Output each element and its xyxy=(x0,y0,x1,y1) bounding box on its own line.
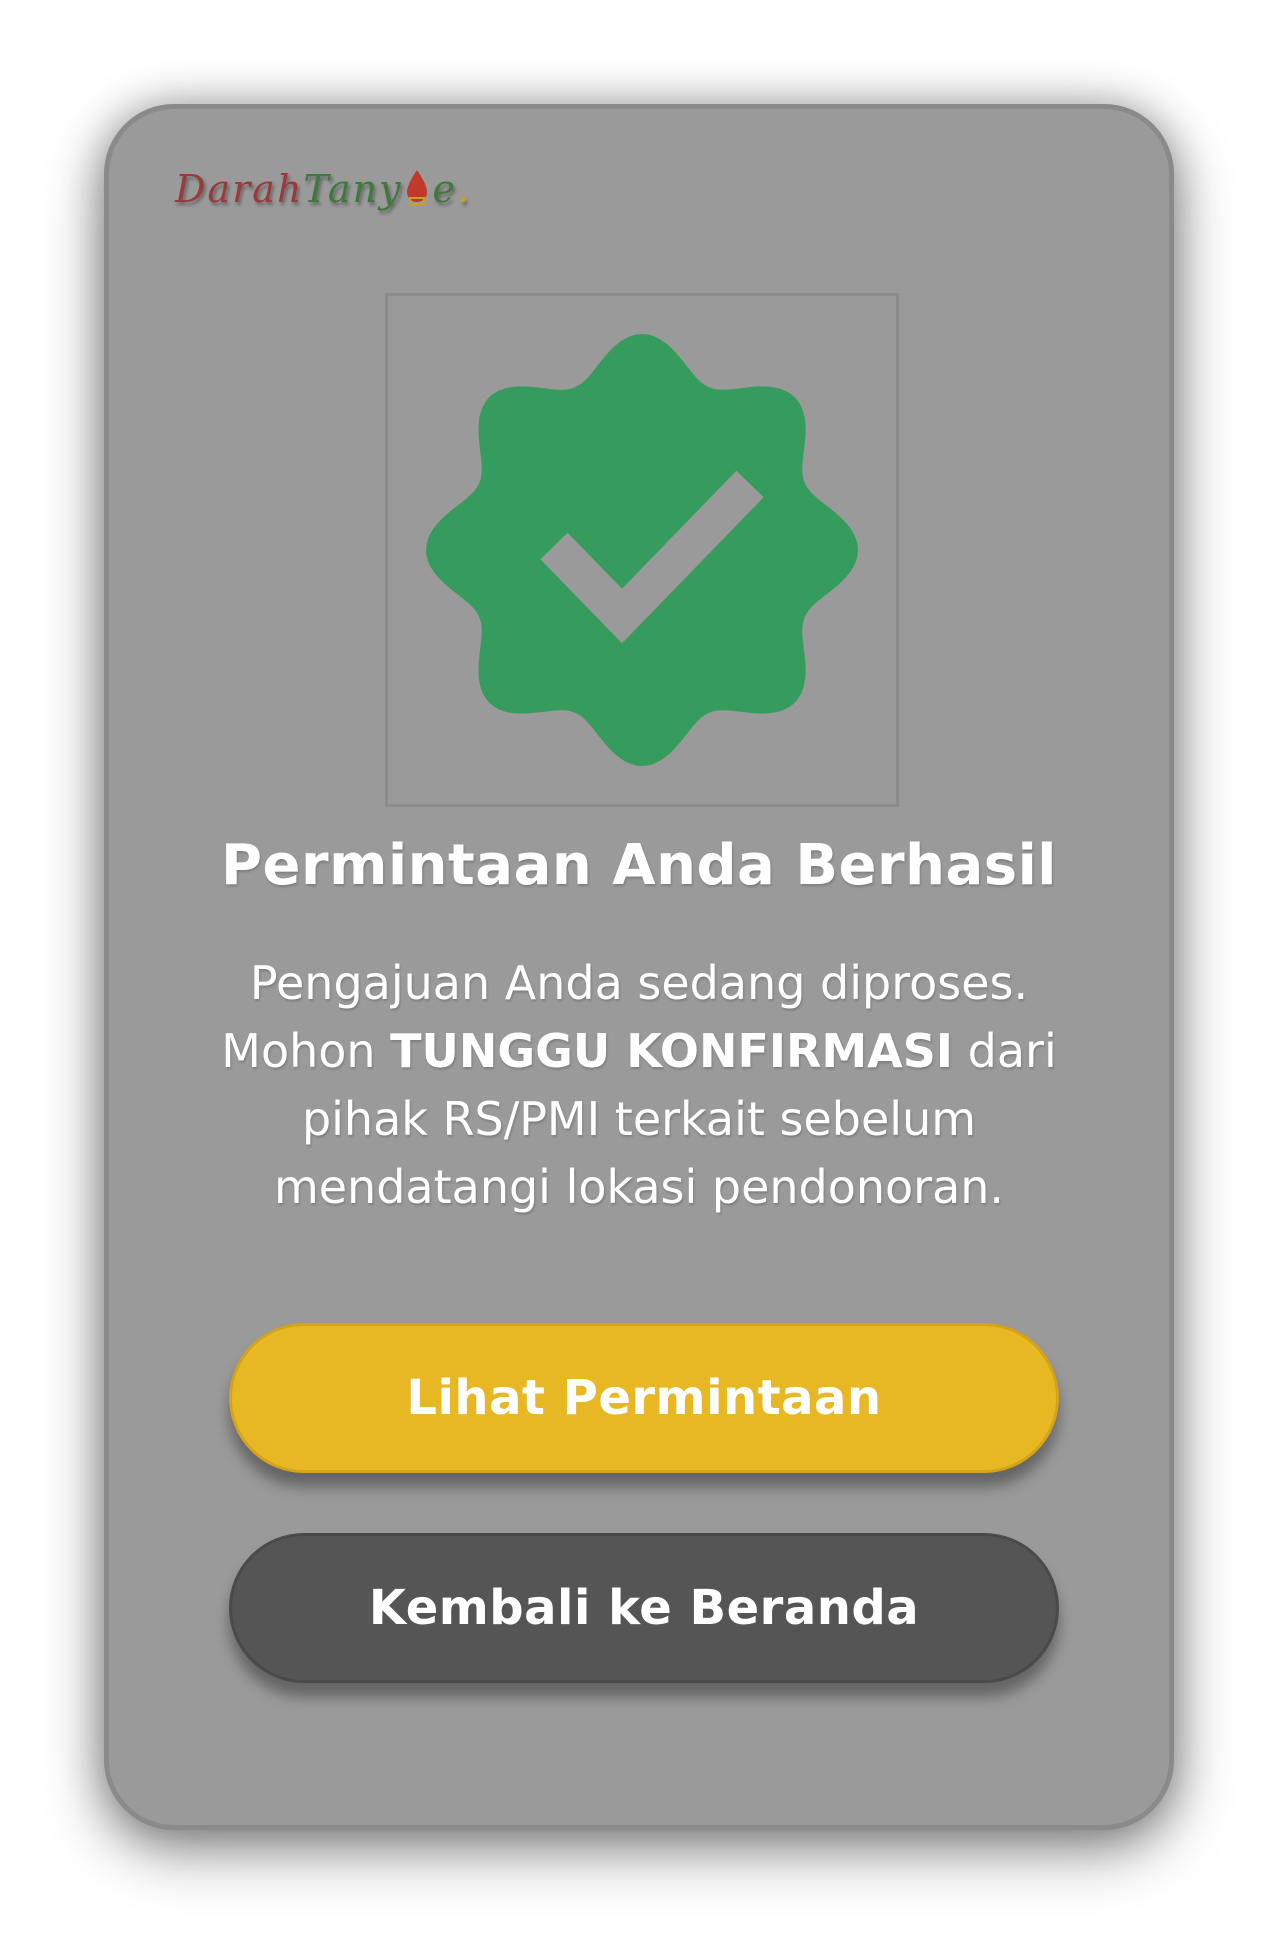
back-to-home-label: Kembali ke Beranda xyxy=(368,1580,920,1636)
blood-drop-icon xyxy=(404,168,430,215)
success-illustration-frame xyxy=(385,293,899,807)
view-request-label: Lihat Permintaan xyxy=(406,1370,882,1426)
view-request-button[interactable]: Lihat Permintaan xyxy=(229,1323,1059,1473)
logo-text-e: e xyxy=(432,167,457,211)
back-to-home-button[interactable]: Kembali ke Beranda xyxy=(229,1533,1059,1683)
success-dialog: DarahTany e. Permintaan Anda Berhasil Pen… xyxy=(104,104,1174,1830)
logo-text-darah: Darah xyxy=(175,167,304,211)
logo-text-tany: Tany xyxy=(303,167,403,211)
success-title: Permintaan Anda Berhasil xyxy=(220,833,1057,898)
verified-badge-check-icon xyxy=(426,334,858,766)
message-emphasis: TUNGGU KONFIRMASI xyxy=(390,1024,954,1078)
logo-dot: . xyxy=(456,167,472,211)
app-logo: DarahTany e. xyxy=(175,167,471,215)
success-message: Pengajuan Anda sedang diproses. Mohon TU… xyxy=(189,949,1089,1221)
